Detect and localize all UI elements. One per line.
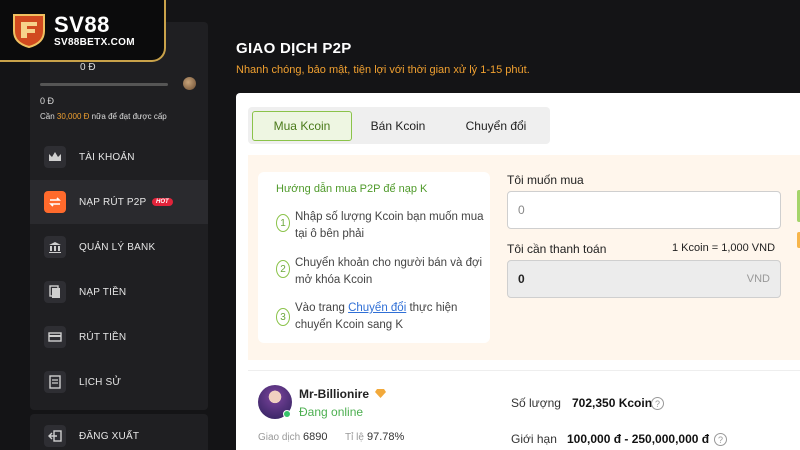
step-number: 1 [276, 214, 290, 232]
exchange-rate: 1 Kcoin = 1,000 VND [672, 242, 776, 254]
brand-name: SV88 [54, 11, 110, 37]
sidebar-item-label: TÀI KHOẢN [79, 151, 135, 163]
shield-logo-icon [10, 11, 48, 49]
sidebar-item-bank[interactable]: QUẢN LÝ BANK [30, 225, 208, 269]
sidebar-item-label: NẠP TIỀN [79, 286, 127, 298]
page-subtitle: Nhanh chóng, bảo mật, tiện lợi với thời … [236, 64, 530, 76]
logout-icon [44, 425, 66, 447]
sidebar-item-label: RÚT TIỀN [79, 331, 127, 343]
diamond-rank-icon [375, 389, 386, 398]
sidebar-item-history[interactable]: LỊCH SỬ [30, 360, 208, 404]
guide-title: Hướng dẫn mua P2P để nạp K [276, 183, 428, 195]
buy-amount-input[interactable]: 0 [507, 191, 781, 229]
sidebar-item-label: QUẢN LÝ BANK [79, 241, 156, 253]
history-icon [44, 371, 66, 393]
sidebar-item-label: LỊCH SỬ [79, 376, 122, 388]
level-medal-icon [183, 77, 196, 90]
wallet-balance: 0 Đ [80, 62, 96, 73]
step-number: 3 [276, 308, 290, 326]
seller-status: Đang online [299, 405, 364, 419]
sidebar-item-account[interactable]: TÀI KHOẢN [30, 135, 208, 179]
pay-amount-field: 0 VND [507, 260, 781, 298]
completion-rate: 97.78% [367, 431, 405, 443]
tab-sell-kcoin[interactable]: Bán Kcoin [358, 111, 438, 141]
level-points: 0 Đ [40, 96, 55, 106]
quantity-label: Số lượng [511, 396, 561, 410]
sidebar-item-p2p[interactable]: NẠP RÚT P2P HOT [30, 180, 208, 224]
guide-step-1: Nhập số lượng Kcoin bạn muốn mua tại ô b… [295, 211, 484, 240]
online-indicator [283, 410, 291, 418]
level-requirement-amount: 30,000 Đ [56, 112, 90, 121]
completion-rate-label: Tỉ lệ [345, 432, 364, 443]
buy-amount-placeholder: 0 [518, 203, 525, 217]
trades-label: Giao dịch [258, 432, 301, 443]
seller-name: Mr-Billionire [299, 387, 370, 401]
crown-icon [44, 146, 66, 168]
pay-amount-unit: VND [746, 273, 770, 285]
guide-step-3: Vào trang Chuyển đổi thực hiện chuyển Kc… [295, 302, 458, 331]
brand-domain: SV88BETX.COM [54, 36, 135, 48]
logout-button[interactable]: ĐĂNG XUẤT [30, 414, 208, 450]
trades-count: 6890 [303, 431, 328, 443]
level-requirement: Cần 30,000 Đ nữa để đạt được cấp [40, 112, 167, 121]
convert-link[interactable]: Chuyển đổi [348, 302, 406, 314]
limit-value: 100,000 đ - 250,000,000 đ [567, 432, 710, 446]
bank-icon [44, 236, 66, 258]
sidebar-item-deposit[interactable]: NẠP TIỀN [30, 270, 208, 314]
buy-amount-label: Tôi muốn mua [507, 173, 584, 187]
limit-help-icon[interactable]: ? [714, 433, 727, 446]
sidebar-item-withdraw[interactable]: RÚT TIỀN [30, 315, 208, 359]
exchange-icon [44, 191, 66, 213]
guide-step-2: Chuyển khoản cho người bán và đợi mở khó… [295, 257, 483, 286]
sidebar-item-label: NẠP RÚT P2P [79, 196, 147, 208]
quantity-help-icon[interactable]: ? [651, 397, 664, 410]
tab-convert[interactable]: Chuyển đổi [455, 111, 537, 141]
pay-amount-label: Tôi cần thanh toán [507, 242, 607, 256]
tab-buy-kcoin[interactable]: Mua Kcoin [252, 111, 352, 141]
deposit-icon [44, 281, 66, 303]
limit-label: Giới hạn [511, 432, 557, 446]
page-title: GIAO DỊCH P2P [236, 40, 352, 57]
step-number: 2 [276, 260, 290, 278]
logout-label: ĐĂNG XUẤT [79, 430, 140, 442]
brand-logo[interactable]: SV88 SV88BETX.COM [0, 0, 166, 62]
quantity-value: 702,350 Kcoin [572, 396, 653, 410]
withdraw-icon [44, 326, 66, 348]
hot-badge: HOT [152, 198, 173, 206]
level-progress-bar [40, 83, 168, 86]
pay-amount-value: 0 [518, 272, 525, 286]
